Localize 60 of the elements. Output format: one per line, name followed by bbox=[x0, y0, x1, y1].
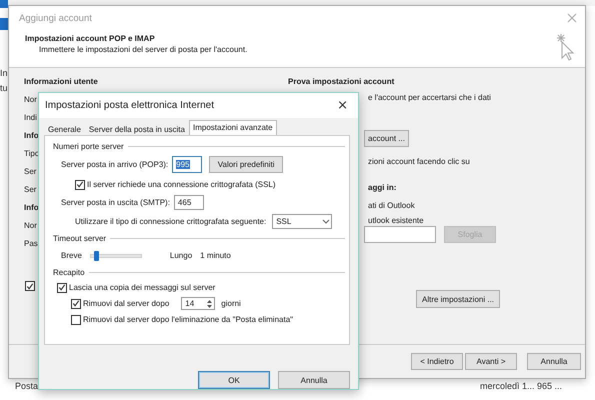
section-heading: aggi in: bbox=[368, 183, 398, 192]
field-label: Utilizzare il tipo di connessione crittografata seguente: bbox=[75, 217, 266, 226]
form-label: Pas bbox=[24, 239, 38, 249]
timeout-slider[interactable] bbox=[90, 254, 142, 258]
message-info: mercoledì 1... 965 ... bbox=[480, 381, 562, 391]
dialog-button[interactable]: Annulla bbox=[527, 353, 581, 370]
group-title: Timeout server bbox=[53, 234, 106, 244]
sidebar-text: tu bbox=[0, 83, 8, 93]
tab[interactable]: Impostazioni avanzate bbox=[188, 120, 277, 135]
form-label: Ser bbox=[24, 185, 36, 195]
checkbox[interactable] bbox=[25, 281, 35, 291]
checkbox-label: Il server richiede una connessione crittografata (SSL) bbox=[87, 180, 276, 190]
description-text: e l'account per accertarsi che i dati bbox=[368, 93, 492, 102]
form-label: Indi bbox=[24, 113, 37, 123]
section-heading: Prova impostazioni account bbox=[288, 77, 396, 86]
header-title: Impostazioni account POP e IMAP bbox=[25, 34, 156, 43]
checkbox-label: Lascia una copia dei messaggi sul server bbox=[69, 283, 216, 292]
cancel-button[interactable]: Annulla bbox=[278, 371, 350, 389]
timeout-value: 1 minuto bbox=[200, 251, 231, 260]
form-label: Nor bbox=[24, 221, 37, 231]
form-label: Nor bbox=[24, 95, 37, 105]
checkbox-label: Rimuovi dal server dopo bbox=[83, 299, 170, 308]
unit-label: giorni bbox=[221, 299, 241, 308]
option-text: ati di Outlook bbox=[368, 201, 416, 210]
form-label: Ser bbox=[24, 167, 36, 177]
slider-label: Lungo bbox=[170, 251, 192, 260]
form-label: Informazioni utente bbox=[24, 77, 98, 87]
port-field[interactable]: 465 bbox=[174, 195, 204, 210]
group-title: Numeri porte server bbox=[53, 142, 124, 152]
sidebar-text: In bbox=[0, 68, 8, 78]
form-label: Info bbox=[24, 203, 39, 213]
file-path-field[interactable] bbox=[364, 226, 436, 243]
window-title: Aggiungi account bbox=[19, 12, 92, 24]
checkbox[interactable] bbox=[71, 298, 81, 309]
folder-label: Posta bbox=[15, 381, 38, 391]
port-field[interactable]: 995 bbox=[172, 156, 202, 174]
field-label: Server posta in arrivo (POP3): bbox=[61, 160, 168, 170]
option-text: utlook esistente bbox=[368, 216, 425, 225]
window-title: Impostazioni posta elettronica Internet bbox=[45, 100, 214, 111]
caret-icon bbox=[322, 218, 330, 225]
slider-label: Breve bbox=[61, 251, 82, 260]
close-button[interactable]: × bbox=[335, 98, 350, 113]
form-label: Info bbox=[24, 131, 39, 141]
checkbox[interactable] bbox=[75, 180, 85, 190]
checkbox[interactable] bbox=[57, 282, 67, 293]
dialog-button[interactable]: Avanti > bbox=[465, 353, 517, 370]
header-subtitle: Immettere le impostazioni del server di posta per l'account. bbox=[38, 45, 248, 54]
defaults-button[interactable]: Valori predefiniti bbox=[209, 156, 284, 174]
checkbox[interactable] bbox=[71, 314, 81, 325]
ok-button[interactable]: OK bbox=[198, 371, 270, 389]
test-account-button[interactable]: account ... bbox=[364, 130, 409, 147]
field-label: Server posta in uscita (SMTP): bbox=[61, 198, 170, 208]
description-text: zioni account facendo clic su bbox=[368, 157, 471, 166]
group-title: Recapito bbox=[53, 268, 85, 278]
more-settings-button[interactable]: Altre impostazioni ... bbox=[416, 290, 500, 308]
spinner-arrows-icon bbox=[206, 298, 214, 309]
checkbox-label: Rimuovi dal server dopo l'eliminazione da "Posta eliminata" bbox=[83, 315, 293, 324]
dialog-button[interactable]: < Indietro bbox=[411, 353, 463, 370]
days-spinner[interactable]: 14 bbox=[181, 297, 216, 310]
encryption-dropdown[interactable]: SSL bbox=[272, 214, 332, 230]
